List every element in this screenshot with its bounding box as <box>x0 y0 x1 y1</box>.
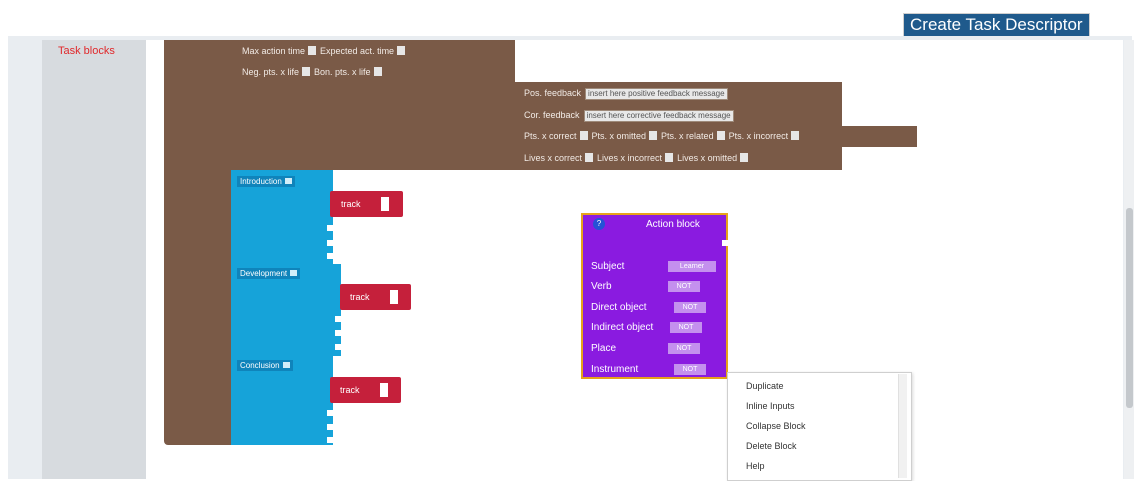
menu-item-duplicate[interactable]: Duplicate <box>746 381 784 391</box>
pos-feedback-row: Pos. feedback insert here positive feedba… <box>524 88 728 100</box>
pos-feedback-input[interactable]: insert here positive feedback message <box>585 88 728 100</box>
cor-feedback-label: Cor. feedback <box>524 110 580 120</box>
dropdown-arrow-icon <box>284 178 292 184</box>
track-label: track <box>350 292 370 302</box>
lives-x-correct-checkbox[interactable] <box>585 153 594 162</box>
section-notch <box>327 240 333 246</box>
menu-item-collapse-block[interactable]: Collapse Block <box>746 421 806 431</box>
section-notch <box>335 344 341 350</box>
indirect-object-label: Indirect object <box>591 322 654 333</box>
context-menu: Duplicate Inline Inputs Collapse Block D… <box>727 372 912 481</box>
max-action-time-label: Max action time <box>242 46 306 56</box>
pts-x-correct-checkbox[interactable] <box>579 131 588 140</box>
section-introduction-dropdown[interactable]: Introduction <box>237 176 295 187</box>
create-task-descriptor-button[interactable]: Create Task Descriptor <box>903 13 1090 37</box>
action-block-connector <box>722 240 728 246</box>
instrument-field[interactable]: NOT <box>674 364 706 375</box>
pts-x-correct-label: Pts. x correct <box>524 131 577 141</box>
section-notch <box>335 330 341 336</box>
task-row-life-points: Neg. pts. x life Bon. pts. x life <box>242 67 386 77</box>
menu-item-delete-block[interactable]: Delete Block <box>746 441 797 451</box>
place-field[interactable]: NOT <box>668 343 700 354</box>
bon-pts-x-life-label: Bon. pts. x life <box>314 67 371 77</box>
neg-pts-x-life-checkbox[interactable] <box>302 67 311 76</box>
section-notch <box>327 225 333 231</box>
pts-x-omitted-label: Pts. x omitted <box>591 131 647 141</box>
toolbox-category-task-blocks[interactable]: Task blocks <box>58 45 115 57</box>
direct-object-label: Direct object <box>591 302 647 313</box>
info-icon[interactable]: ? <box>593 218 605 230</box>
lives-x-omitted-label: Lives x omitted <box>677 153 738 163</box>
place-label: Place <box>591 343 617 354</box>
max-action-time-checkbox[interactable] <box>308 46 317 55</box>
section-conclusion-dropdown[interactable]: Conclusion <box>237 360 293 371</box>
direct-object-field[interactable]: NOT <box>674 302 706 313</box>
section-notch <box>327 437 333 443</box>
verb-label: Verb <box>591 281 612 292</box>
lives-row: Lives x correct Lives x incorrect Lives x … <box>524 153 752 163</box>
expected-act-time-label: Expected act. time <box>320 46 395 56</box>
bon-pts-x-life-checkbox[interactable] <box>373 67 382 76</box>
action-block-title: Action block <box>646 219 700 230</box>
pts-x-incorrect-label: Pts. x incorrect <box>728 131 789 141</box>
lives-x-incorrect-checkbox[interactable] <box>665 153 674 162</box>
subject-dropdown[interactable]: Learner <box>668 261 716 272</box>
instrument-label: Instrument <box>591 364 639 375</box>
lives-x-omitted-checkbox[interactable] <box>740 153 749 162</box>
cor-feedback-input[interactable]: insert here corrective feedback message <box>583 110 734 122</box>
dropdown-arrow-icon <box>282 362 290 368</box>
track-label: track <box>340 385 360 395</box>
points-row: Pts. x correct Pts. x omitted Pts. x relat… <box>524 131 803 141</box>
pts-x-related-checkbox[interactable] <box>716 131 725 140</box>
pos-feedback-label: Pos. feedback <box>524 88 582 98</box>
pts-x-omitted-checkbox[interactable] <box>649 131 658 140</box>
cor-feedback-row: Cor. feedback insert here corrective feed… <box>524 110 734 122</box>
section-notch <box>327 424 333 430</box>
section-development-dropdown[interactable]: Development <box>237 268 301 279</box>
track-label: track <box>341 199 361 209</box>
context-menu-scrollbar[interactable] <box>898 374 907 478</box>
expected-act-time-checkbox[interactable] <box>397 46 406 55</box>
task-row-times: Max action time Expected act. time <box>242 46 409 56</box>
indirect-object-field[interactable]: NOT <box>670 322 702 333</box>
section-notch <box>327 253 333 259</box>
dropdown-arrow-icon <box>290 270 298 276</box>
task-block-left-arm[interactable] <box>164 40 234 445</box>
menu-item-help[interactable]: Help <box>746 461 765 471</box>
section-notch <box>335 316 341 322</box>
lives-x-incorrect-label: Lives x incorrect <box>597 153 663 163</box>
menu-item-inline-inputs[interactable]: Inline Inputs <box>746 401 795 411</box>
track-connector <box>381 197 389 211</box>
action-block[interactable] <box>581 213 728 379</box>
workspace-scrollbar-thumb[interactable] <box>1126 208 1133 408</box>
lives-x-correct-label: Lives x correct <box>524 153 583 163</box>
pts-x-incorrect-checkbox[interactable] <box>791 131 800 140</box>
toolbox <box>42 40 146 479</box>
pts-x-related-label: Pts. x related <box>661 131 714 141</box>
section-notch <box>327 410 333 416</box>
verb-field[interactable]: NOT <box>668 281 700 292</box>
neg-pts-x-life-label: Neg. pts. x life <box>242 67 300 77</box>
subject-label: Subject <box>591 261 625 272</box>
track-connector <box>380 383 388 397</box>
track-connector <box>390 290 398 304</box>
